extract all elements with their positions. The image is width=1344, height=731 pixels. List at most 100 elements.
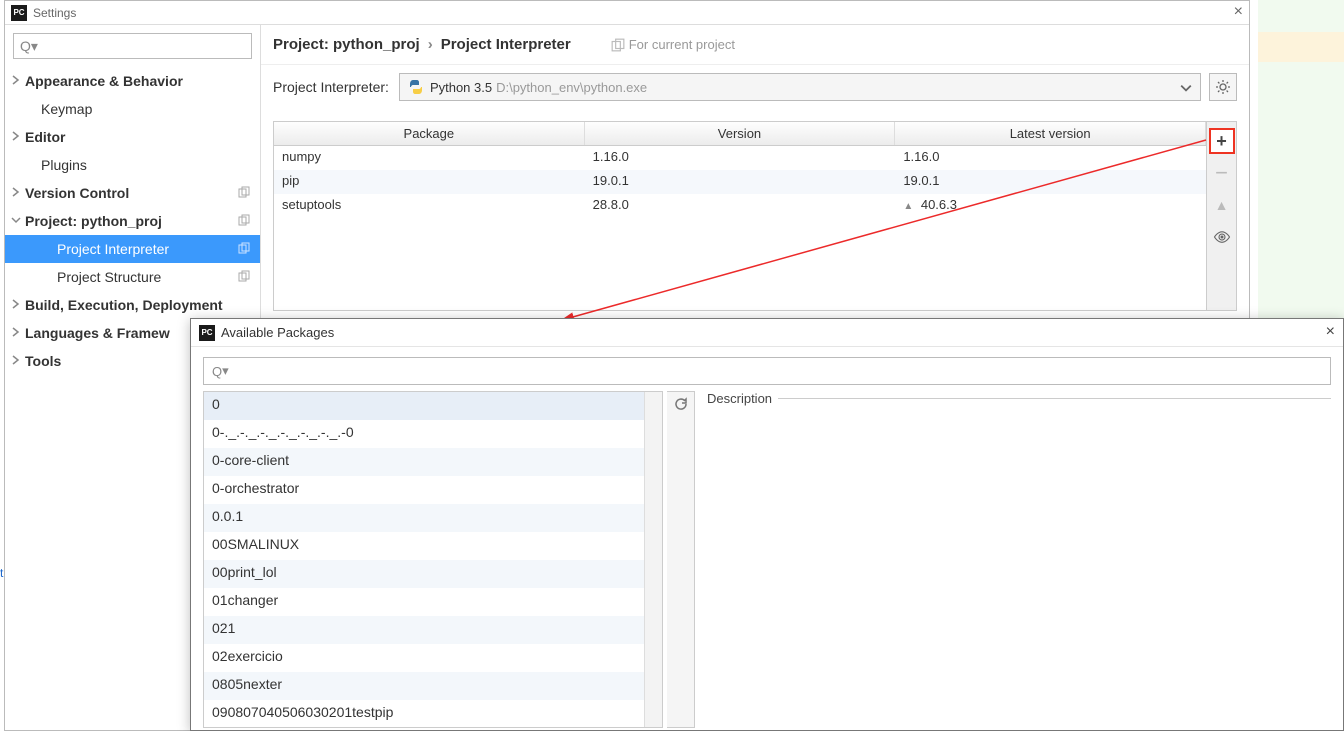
chevron-right-icon <box>11 187 21 197</box>
chevron-down-icon <box>1180 82 1192 94</box>
search-icon: Q <box>20 38 31 54</box>
list-item[interactable]: 00SMALINUX <box>204 532 644 560</box>
upgrade-package-button[interactable]: ▲ <box>1209 192 1235 218</box>
project-scope-icon <box>238 242 250 254</box>
breadcrumb-sep: › <box>428 36 433 53</box>
python-icon <box>408 79 424 95</box>
package-table-area: Package Version Latest version numpy1.16… <box>273 121 1237 311</box>
list-item[interactable]: 02exercicio <box>204 644 644 672</box>
list-item[interactable]: 00print_lol <box>204 560 644 588</box>
for-current-project-badge: For current project <box>611 37 735 52</box>
list-item[interactable]: 0-core-client <box>204 448 644 476</box>
list-item[interactable]: 021 <box>204 616 644 644</box>
breadcrumb: Project: python_proj › Project Interpret… <box>261 25 1249 65</box>
tree-project-structure[interactable]: Project Structure <box>5 263 260 291</box>
cell-version: 1.16.0 <box>585 146 896 170</box>
description-panel: Description <box>703 391 1331 728</box>
gear-icon <box>1215 79 1231 95</box>
cell-package: numpy <box>274 146 585 170</box>
chevron-right-icon <box>11 299 21 309</box>
show-early-releases-button[interactable] <box>1209 224 1235 250</box>
package-table: Package Version Latest version numpy1.16… <box>274 122 1206 310</box>
package-rows: numpy1.16.01.16.0pip19.0.119.0.1setuptoo… <box>274 146 1206 218</box>
available-packages-title: Available Packages <box>221 325 334 340</box>
tree-project-interpreter[interactable]: Project Interpreter <box>5 235 260 263</box>
refresh-button[interactable] <box>673 396 689 727</box>
cell-version: 19.0.1 <box>585 170 896 194</box>
tree-project[interactable]: Project: python_proj <box>5 207 260 235</box>
cell-package: setuptools <box>274 194 585 218</box>
list-item[interactable]: 0.0.1 <box>204 504 644 532</box>
list-item[interactable]: 0 <box>204 392 644 420</box>
tree-label: Build, Execution, Deployment <box>25 297 223 313</box>
available-packages-window: PC Available Packages × Q▾ 00-._.-._.-._… <box>190 318 1344 731</box>
project-scope-icon <box>238 270 250 282</box>
chevron-down-icon <box>11 215 21 225</box>
list-item[interactable]: 0-orchestrator <box>204 476 644 504</box>
tree-label: Plugins <box>41 157 87 173</box>
tree-label: Keymap <box>41 101 92 117</box>
interpreter-path: D:\python_env\python.exe <box>496 80 647 95</box>
table-row[interactable]: numpy1.16.01.16.0 <box>274 146 1206 170</box>
cell-package: pip <box>274 170 585 194</box>
available-packages-search-input[interactable]: Q▾ <box>203 357 1331 385</box>
table-row[interactable]: pip19.0.119.0.1 <box>274 170 1206 194</box>
pycharm-icon: PC <box>199 325 215 341</box>
chevron-down-icon: ▾ <box>222 363 229 379</box>
upgrade-available-icon: ▲ <box>903 201 913 212</box>
chevron-right-icon <box>11 75 21 85</box>
cell-latest: ▲ 40.6.3 <box>895 194 1206 218</box>
tree-editor[interactable]: Editor <box>5 123 260 151</box>
tree-appearance[interactable]: Appearance & Behavior <box>5 67 260 95</box>
cell-latest: 1.16.0 <box>895 146 1206 170</box>
tree-label: Version Control <box>25 185 129 201</box>
close-icon[interactable]: × <box>1326 323 1335 341</box>
chevron-right-icon <box>11 131 21 141</box>
interpreter-name: Python 3.5 <box>430 80 492 95</box>
available-packages-list-wrap: 00-._.-._.-._.-._.-._.-._.-00-core-clien… <box>203 391 663 728</box>
available-packages-titlebar: PC Available Packages × <box>191 319 1343 347</box>
interpreter-settings-button[interactable] <box>1209 73 1237 101</box>
scrollbar[interactable] <box>644 392 662 727</box>
tree-keymap[interactable]: Keymap <box>5 95 260 123</box>
list-item[interactable]: 01changer <box>204 588 644 616</box>
available-packages-body: 00-._.-._.-._.-._.-._.-._.-00-core-clien… <box>191 391 1343 728</box>
tree-label: Project Structure <box>57 269 161 285</box>
project-scope-icon <box>611 38 625 52</box>
list-item[interactable]: 090807040506030201testpip <box>204 700 644 727</box>
chevron-down-icon: ▾ <box>31 38 38 55</box>
refresh-column <box>667 391 695 728</box>
project-scope-icon <box>238 214 250 226</box>
tree-label: Languages & Framew <box>25 325 170 341</box>
col-package[interactable]: Package <box>274 122 585 145</box>
tree-label: Project: python_proj <box>25 213 162 229</box>
list-item[interactable]: 0805nexter <box>204 672 644 700</box>
interpreter-row: Project Interpreter: Python 3.5 D:\pytho… <box>261 65 1249 109</box>
table-row[interactable]: setuptools28.8.0▲ 40.6.3 <box>274 194 1206 218</box>
settings-titlebar: PC Settings × <box>5 1 1249 25</box>
description-label: Description <box>707 391 778 406</box>
settings-title: Settings <box>33 6 76 20</box>
tree-label: Editor <box>25 129 65 145</box>
close-icon[interactable]: × <box>1234 3 1243 21</box>
breadcrumb-main: Project: python_proj <box>273 36 420 53</box>
interpreter-dropdown[interactable]: Python 3.5 D:\python_env\python.exe <box>399 73 1201 101</box>
col-version[interactable]: Version <box>585 122 896 145</box>
background-yellow-band <box>1258 32 1344 62</box>
list-item[interactable]: 0-._.-._.-._.-._.-._.-._.-0 <box>204 420 644 448</box>
tree-plugins[interactable]: Plugins <box>5 151 260 179</box>
available-packages-list[interactable]: 00-._.-._.-._.-._.-._.-._.-00-core-clien… <box>204 392 644 727</box>
tree-build[interactable]: Build, Execution, Deployment <box>5 291 260 319</box>
cell-version: 28.8.0 <box>585 194 896 218</box>
col-latest[interactable]: Latest version <box>895 122 1206 145</box>
badge-label: For current project <box>629 37 735 52</box>
chevron-right-icon <box>11 355 21 365</box>
pycharm-icon: PC <box>11 5 27 21</box>
add-package-button[interactable]: + <box>1209 128 1235 154</box>
package-side-toolbar: + − ▲ <box>1206 122 1236 310</box>
remove-package-button[interactable]: − <box>1209 160 1235 186</box>
tree-version-control[interactable]: Version Control <box>5 179 260 207</box>
search-icon: Q <box>212 364 222 379</box>
settings-search-input[interactable]: Q▾ <box>13 33 252 59</box>
package-table-head: Package Version Latest version <box>274 122 1206 146</box>
